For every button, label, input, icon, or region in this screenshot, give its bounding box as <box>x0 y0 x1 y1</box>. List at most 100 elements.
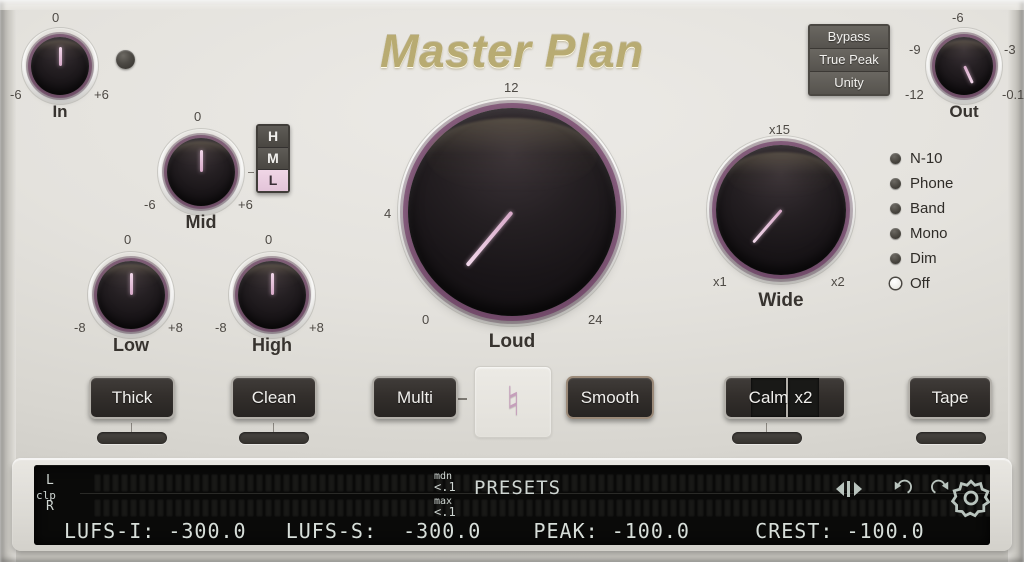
meter-segment <box>814 499 821 517</box>
meter-segment <box>418 499 425 517</box>
meter-segment <box>481 499 488 517</box>
meter-segment <box>562 499 569 517</box>
meter-segment <box>409 474 416 492</box>
mdn-value: <.1 <box>434 480 456 494</box>
band-selector: H M L <box>256 124 290 193</box>
knob-mid[interactable]: 0 -6 +6 Mid <box>144 109 253 232</box>
band-option-m[interactable]: M <box>258 148 288 170</box>
multi-button[interactable]: Multi <box>372 376 458 419</box>
knob-in-body[interactable] <box>31 37 89 95</box>
meter-segment <box>805 499 812 517</box>
meter-segment <box>463 499 470 517</box>
clean-button[interactable]: Clean <box>231 376 317 419</box>
lcd-display: L clp R mdn <.1 max <.1 PRESETS LUFS-I: … <box>34 465 990 545</box>
knob-out[interactable]: -6 -9 -3 -12 -0.1 Out <box>905 10 1024 124</box>
meter-segment <box>796 474 803 492</box>
true-peak-button[interactable]: True Peak <box>810 49 888 72</box>
monitor-mode-n10[interactable]: N-10 <box>890 146 953 171</box>
band-option-h[interactable]: H <box>258 126 288 148</box>
meter-segment <box>562 474 569 492</box>
meter-segment <box>625 499 632 517</box>
meter-segment <box>715 499 722 517</box>
undo-icon[interactable] <box>892 478 914 500</box>
knob-out-body[interactable] <box>935 37 993 95</box>
knob-mid-body[interactable] <box>167 138 235 206</box>
meter-segment <box>265 499 272 517</box>
calm-slider[interactable] <box>732 432 802 444</box>
meter-segment <box>787 499 794 517</box>
preset-prev-next-icon[interactable] <box>834 478 864 500</box>
bypass-button[interactable]: Bypass <box>810 26 888 49</box>
knob-out-tick-right-mid: -3 <box>1004 42 1016 57</box>
knob-high[interactable]: 0 -8 +8 High <box>215 232 324 355</box>
hml-connector <box>248 172 254 173</box>
meter-segment <box>220 474 227 492</box>
knob-low-body[interactable] <box>97 261 165 329</box>
knob-loud[interactable]: 12 4 0 24 Loud <box>384 80 626 358</box>
monitor-mode-dim[interactable]: Dim <box>890 246 953 271</box>
thick-button[interactable]: Thick <box>89 376 175 419</box>
calm-button[interactable]: Calm <box>749 378 788 417</box>
knob-wide-label: Wide <box>758 290 804 311</box>
knob-high-pointer <box>270 273 274 295</box>
meter-segment <box>688 499 695 517</box>
monitor-mode-band[interactable]: Band <box>890 196 953 221</box>
meter-segment <box>877 499 884 517</box>
tape-slider[interactable] <box>916 432 986 444</box>
knob-in-tick-min: -6 <box>10 87 22 102</box>
monitor-mode-label: Phone <box>910 175 954 192</box>
meter-segment <box>589 499 596 517</box>
unity-button[interactable]: Unity <box>810 72 888 94</box>
meter-segment <box>913 499 920 517</box>
monitor-mode-off[interactable]: Off <box>890 271 953 296</box>
tape-button[interactable]: Tape <box>908 376 992 419</box>
knob-in[interactable]: 0 -6 +6 In <box>10 10 109 124</box>
meter-segment <box>292 474 299 492</box>
meter-segment <box>571 499 578 517</box>
band-option-l[interactable]: L <box>258 170 288 191</box>
meter-segment <box>553 499 560 517</box>
panel-top-bevel <box>0 0 1024 10</box>
gear-icon[interactable] <box>951 478 990 518</box>
calm-x2-button[interactable]: x2 <box>788 378 819 417</box>
knob-wide-tick-max: x2 <box>831 274 845 289</box>
clean-slider[interactable] <box>239 432 309 444</box>
knob-loud-tick-max: 24 <box>588 312 603 327</box>
smooth-button-label: Smooth <box>580 387 640 407</box>
redo-icon[interactable] <box>929 478 951 500</box>
meter-segment <box>373 499 380 517</box>
knob-mid-tick-min: -6 <box>144 197 156 212</box>
meter-segment <box>517 499 524 517</box>
thick-slider[interactable] <box>97 432 167 444</box>
knob-mid-tick-max: +6 <box>238 197 253 212</box>
knob-wide-body[interactable] <box>716 145 846 275</box>
meter-segment <box>823 474 830 492</box>
smooth-button[interactable]: Smooth <box>566 376 654 419</box>
knob-out-tick-min: -12 <box>905 87 924 102</box>
presets-label[interactable]: PRESETS <box>474 477 561 499</box>
knob-low[interactable]: 0 -8 +8 Low <box>74 232 183 355</box>
meter-segment <box>652 474 659 492</box>
meter-segment <box>355 474 362 492</box>
meter-segment <box>283 499 290 517</box>
monitor-mode-label: Band <box>910 200 946 217</box>
monitor-mode-mono[interactable]: Mono <box>890 221 953 246</box>
meter-segment <box>589 474 596 492</box>
meter-segment <box>130 474 137 492</box>
input-led-indicator[interactable] <box>116 50 135 69</box>
meter-segment <box>697 474 704 492</box>
knob-high-body[interactable] <box>238 261 306 329</box>
radio-dot-selected-icon <box>890 278 901 289</box>
meter-segment <box>364 499 371 517</box>
max-value: <.1 <box>434 505 456 519</box>
meter-row-right <box>94 499 990 517</box>
meter-segment <box>112 499 119 517</box>
monitor-mode-phone[interactable]: Phone <box>890 171 953 196</box>
meter-segment <box>256 499 263 517</box>
knob-wide[interactable]: x15 x1 x2 Wide <box>707 122 855 316</box>
calm-button-group[interactable]: Calm x2 <box>724 376 846 419</box>
knob-loud-body[interactable] <box>408 108 616 316</box>
meter-segment <box>913 474 920 492</box>
knob-low-tick-min: -8 <box>74 320 86 335</box>
meter-segment <box>652 499 659 517</box>
